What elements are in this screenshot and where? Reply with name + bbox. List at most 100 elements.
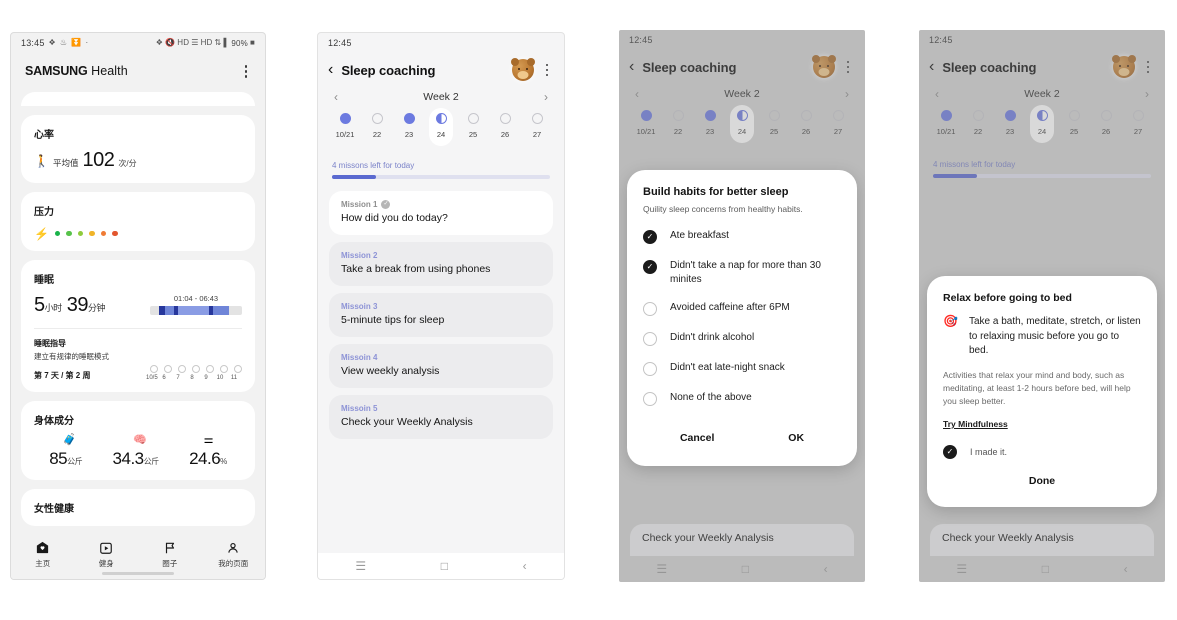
target-dart-icon: 🎯: [943, 314, 958, 328]
week-label: Week 2: [423, 91, 459, 103]
card-stress[interactable]: 压力 ⚡: [21, 191, 255, 251]
phone-screen-samsung-health: 13:45 ❖ ♨ ⏬ · ❖ 🔇 HD ☰ HD ⇅ ▌ 90% ■ SAMS…: [10, 32, 266, 580]
bear-avatar-icon[interactable]: [510, 58, 535, 81]
habit-option[interactable]: Didn't eat late-night snack: [643, 361, 841, 376]
heart-rate-value: 102: [82, 148, 115, 171]
habit-option[interactable]: None of the above: [643, 391, 841, 406]
mission-header: Missoin 4: [341, 353, 541, 362]
day-26[interactable]: 26: [492, 113, 518, 139]
card-title-women-health: 女性健康: [34, 503, 74, 515]
radio-empty-icon[interactable]: [643, 332, 657, 346]
mission-list: Mission 1 ✓ How did you do today? Mission 2…: [318, 190, 564, 439]
ok-button[interactable]: OK: [778, 428, 814, 448]
app-header: SAMSUNG Health: [11, 53, 265, 92]
status-bar-right: ❖ 🔇 HD ☰ HD ⇅ ▌ 90% ■: [156, 39, 255, 48]
muscle-icon: 🧠: [133, 433, 147, 446]
card-sleep[interactable]: 睡眠 5小时 39分钟 01:04 - 06:43 睡眠指导 建立有规律的睡眠模…: [21, 259, 255, 392]
coach-day-ring: [150, 364, 158, 373]
habit-option[interactable]: ✓ Didn't take a nap for more than 30 mini…: [643, 259, 841, 286]
card-heart-rate[interactable]: 心率 🚶 平均值 102 次/分: [21, 114, 255, 183]
mission-header: Mission 2: [341, 251, 541, 260]
coach-day-ring: [220, 364, 228, 373]
mission-card[interactable]: Mission 2 Take a break from using phones: [329, 241, 553, 286]
habit-option[interactable]: ✓ Ate breakfast: [643, 229, 841, 244]
week-next-icon[interactable]: ›: [544, 91, 548, 103]
kebab-menu-icon[interactable]: [542, 62, 553, 79]
coach-day-ring: [206, 364, 214, 373]
tab-主页[interactable]: 主页: [11, 540, 75, 569]
mission-number: Missoin 3: [341, 301, 378, 311]
done-button[interactable]: Done: [1029, 475, 1055, 487]
stress-dot-5: [112, 230, 118, 237]
tab-我的页面[interactable]: 我的页面: [202, 540, 266, 569]
relax-tip-dialog: Relax before going to bed 🎯 Take a bath,…: [927, 276, 1157, 508]
health-card-list[interactable]: 心率 🚶 平均值 102 次/分 压力 ⚡ 睡眠 5小时 39分钟 01:04 …: [11, 91, 265, 526]
habit-option-label: None of the above: [670, 392, 752, 403]
app-title-brand: SAMSUNG: [25, 64, 88, 79]
habit-option[interactable]: Avoided caffeine after 6PM: [643, 301, 841, 316]
day-27[interactable]: 27: [524, 113, 550, 139]
status-bar-left: 13:45 ❖ ♨ ⏬ ·: [21, 38, 88, 48]
heart-rate-unit: 次/分: [118, 158, 137, 168]
radio-empty-icon[interactable]: [643, 362, 657, 376]
sleep-coach-day: 第 7 天 / 第 2 周: [34, 370, 91, 380]
made-it-row[interactable]: ✓ I made it.: [943, 445, 1141, 460]
status-time: 13:45: [21, 38, 45, 48]
mission-card[interactable]: Missoin 5 Check your Weekly Analysis: [329, 394, 553, 439]
check-circle-icon[interactable]: ✓: [643, 230, 657, 244]
cancel-button[interactable]: Cancel: [670, 428, 724, 448]
day-23[interactable]: 23: [396, 113, 422, 139]
mission-number: Mission 2: [341, 250, 378, 260]
check-circle-icon[interactable]: ✓: [643, 260, 657, 274]
card-women-health[interactable]: 女性健康: [21, 488, 255, 526]
recents-icon[interactable]: ☰: [355, 560, 366, 572]
mission-title: How did you do today?: [341, 211, 448, 224]
chevron-left-icon[interactable]: ‹: [328, 62, 333, 78]
try-mindfulness-link[interactable]: Try Mindfulness: [943, 419, 1008, 429]
sleep-minutes-unit: 分钟: [87, 302, 106, 313]
coach-day-ring: [178, 364, 186, 373]
day-dot-filled: [403, 113, 415, 124]
sleep-minutes: 39: [66, 293, 89, 316]
mission-title: Check your Weekly Analysis: [341, 415, 473, 428]
body-composition-unit: 公斤: [143, 456, 160, 466]
progress-fill: [332, 175, 376, 179]
home-icon[interactable]: □: [441, 560, 448, 572]
day-10-21[interactable]: 10/21: [332, 113, 358, 139]
day-22[interactable]: 22: [364, 113, 390, 139]
sleep-coach-title: 睡眠指导: [34, 338, 66, 348]
stress-dot-4: [100, 230, 107, 237]
day-strip: 10/21 22 23 24 25 26 27: [318, 105, 564, 149]
sleep-coach-block[interactable]: 睡眠指导 建立有规律的睡眠模式 第 7 天 / 第 2 周 10/5 6 7 8 9 10…: [34, 338, 242, 381]
mission-card[interactable]: Missoin 3 5-minute tips for sleep: [329, 292, 553, 337]
week-prev-icon[interactable]: ‹: [334, 91, 338, 103]
tab-圈子[interactable]: 圈子: [138, 540, 202, 569]
partial-card-top[interactable]: [21, 91, 255, 106]
habit-option[interactable]: Didn't drink alcohol: [643, 331, 841, 346]
body-composition-value: 34.3公斤: [112, 448, 160, 468]
day-label: 26: [500, 130, 510, 139]
card-body-composition[interactable]: 身体成分 🧳 🧠 ⚌ 85公斤 34.3公斤 24.6%: [21, 400, 255, 480]
coach-day-label: 7: [176, 374, 180, 381]
heart-rate-value-row: 🚶 平均值 102 次/分: [34, 149, 242, 172]
body-composition-unit: %: [220, 456, 227, 466]
coach-day-label: 9: [204, 374, 208, 381]
day-24[interactable]: 24: [428, 113, 454, 139]
screenshot-stage: 13:45 ❖ ♨ ⏬ · ❖ 🔇 HD ☰ HD ⇅ ▌ 90% ■ SAMS…: [0, 0, 1177, 620]
radio-empty-icon[interactable]: [643, 302, 657, 316]
day-25[interactable]: 25: [460, 113, 486, 139]
mission-card[interactable]: Mission 1 ✓ How did you do today?: [329, 190, 553, 235]
person-icon: [226, 540, 240, 555]
mission-card[interactable]: Missoin 4 View weekly analysis: [329, 343, 553, 388]
battery-icon: ■: [249, 38, 255, 47]
day-dot-empty: [531, 113, 543, 124]
dot-icon: ·: [85, 38, 89, 47]
sleep-hours-unit: 小时: [44, 302, 63, 313]
kebab-menu-icon[interactable]: [241, 63, 252, 80]
sleep-coach-subtitle: 建立有规律的睡眠模式: [34, 351, 109, 361]
back-icon[interactable]: ‹: [523, 560, 527, 572]
habit-option-label: Didn't drink alcohol: [670, 332, 755, 343]
coach-day-label: 11: [230, 374, 238, 381]
tab-健身[interactable]: 健身: [75, 540, 139, 569]
radio-empty-icon[interactable]: [643, 392, 657, 406]
